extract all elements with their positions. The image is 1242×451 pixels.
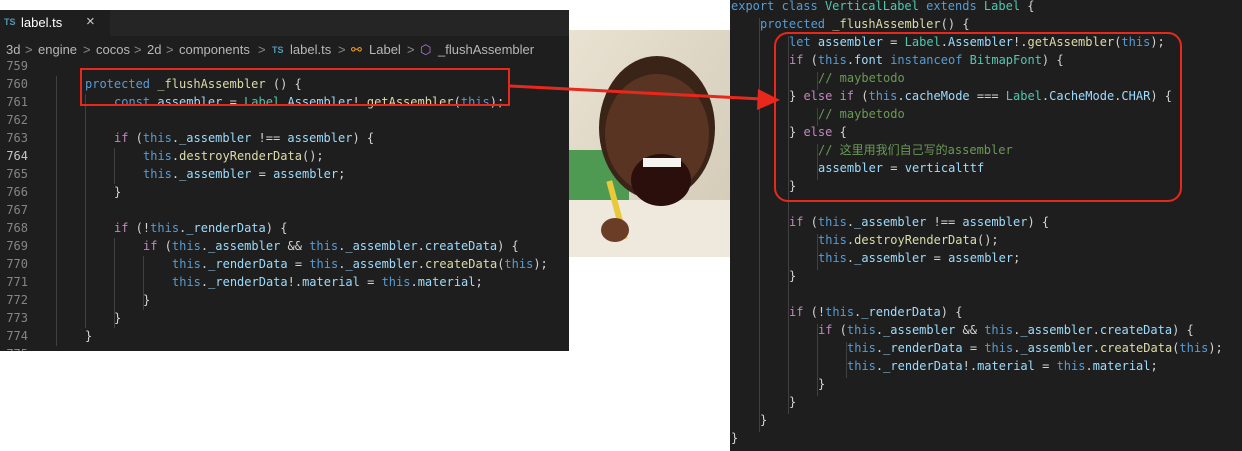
code-line: }: [731, 431, 739, 445]
code-line: if (!this._renderData) {: [114, 221, 288, 235]
line-number: 775: [0, 345, 28, 351]
code-line: }: [789, 395, 797, 409]
code-line: protected _flushAssembler() {: [760, 17, 970, 31]
class-icon: ⚯: [351, 42, 362, 57]
line-number: 765: [6, 167, 28, 181]
indent-guide: [759, 18, 760, 432]
indent-guide: [56, 76, 57, 346]
chevron-right-icon: >: [407, 42, 415, 57]
code-line: }: [85, 329, 93, 343]
highlight-box-right: [774, 32, 1182, 202]
indent-guide: [85, 94, 86, 328]
line-number: 762: [6, 113, 28, 127]
line-number: 771: [6, 275, 28, 289]
chevron-right-icon: >: [83, 42, 91, 57]
breadcrumb-item[interactable]: cocos: [96, 42, 130, 57]
code-line: }: [114, 185, 122, 199]
code-line: this.destroyRenderData();: [143, 149, 324, 163]
code-line: if (this._assembler && this._assembler.c…: [143, 239, 519, 253]
code-line: if (this._assembler !== assembler) {: [789, 215, 1050, 229]
line-number: 769: [6, 239, 28, 253]
chevron-right-icon: >: [25, 42, 33, 57]
line-number: 760: [6, 77, 28, 91]
line-number: 763: [6, 131, 28, 145]
code-line: this._renderData = this._assembler.creat…: [847, 341, 1223, 355]
breadcrumb-method[interactable]: _flushAssembler: [438, 42, 534, 57]
highlight-box-left: [80, 68, 510, 106]
method-icon: ⬡: [420, 42, 432, 57]
tab-bar: TS label.ts ×: [0, 10, 569, 36]
breadcrumb-item[interactable]: components: [179, 42, 250, 57]
code-line: }: [143, 293, 151, 307]
breadcrumb-class[interactable]: Label: [369, 42, 401, 57]
breadcrumb-item[interactable]: engine: [38, 42, 77, 57]
typescript-icon: TS: [4, 17, 16, 27]
chevron-right-icon: >: [258, 42, 266, 57]
line-number: 773: [6, 311, 28, 325]
line-number: 770: [6, 257, 28, 271]
chevron-right-icon: >: [338, 42, 346, 57]
typescript-icon: TS: [272, 45, 284, 55]
code-line: this._renderData = this._assembler.creat…: [172, 257, 548, 271]
reaction-photo: [569, 30, 730, 257]
code-line: if (!this._renderData) {: [789, 305, 963, 319]
chevron-right-icon: >: [166, 42, 174, 57]
code-line: this.destroyRenderData();: [818, 233, 999, 247]
code-line: this._assembler = assembler;: [818, 251, 1021, 265]
code-line: }: [760, 413, 768, 427]
breadcrumb-file[interactable]: label.ts: [290, 42, 331, 57]
code-line: }: [818, 377, 826, 391]
breadcrumb-item[interactable]: 3d: [6, 42, 20, 57]
chevron-right-icon: >: [134, 42, 142, 57]
code-line: this._renderData!.material = this.materi…: [172, 275, 483, 289]
tab-title: label.ts: [21, 15, 63, 30]
line-number: 761: [6, 95, 28, 109]
code-line: }: [114, 311, 122, 325]
close-icon[interactable]: ×: [86, 13, 95, 30]
indent-guide: [114, 148, 115, 184]
line-number: 767: [6, 203, 28, 217]
code-line: if (this._assembler && this._assembler.c…: [818, 323, 1194, 337]
line-number: 768: [6, 221, 28, 235]
breadcrumb-item[interactable]: 2d: [147, 42, 161, 57]
code-line: export class VerticalLabel extends Label…: [731, 0, 1035, 13]
code-line: if (this._assembler !== assembler) {: [114, 131, 375, 145]
code-line: this._assembler = assembler;: [143, 167, 346, 181]
code-line: }: [789, 269, 797, 283]
line-number: 766: [6, 185, 28, 199]
line-number: 759: [6, 59, 28, 73]
code-line: this._renderData!.material = this.materi…: [847, 359, 1158, 373]
tab-label-ts[interactable]: TS label.ts ×: [0, 10, 110, 36]
line-number: 764: [6, 149, 28, 163]
line-number: 772: [6, 293, 28, 307]
left-editor-panel: TS label.ts × 3d > engine > cocos > 2d >…: [0, 10, 569, 351]
line-number: 774: [6, 329, 28, 343]
